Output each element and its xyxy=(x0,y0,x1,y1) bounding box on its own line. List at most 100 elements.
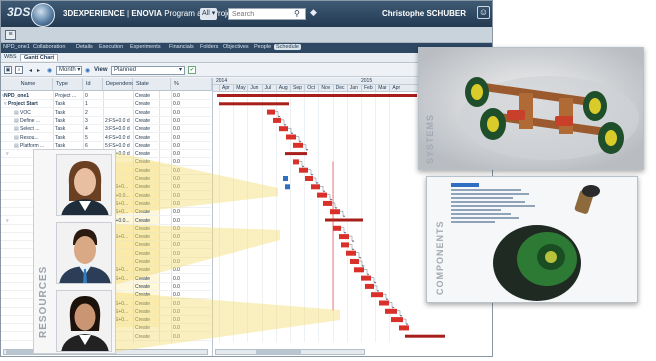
gantt-bar[interactable] xyxy=(346,250,356,256)
col-header-id[interactable]: Id xyxy=(83,78,103,91)
gantt-bar[interactable] xyxy=(293,142,303,148)
apply-check-icon[interactable]: ✔ xyxy=(188,66,196,74)
table-row[interactable]: Define ... Task 3 2:FS+0.0 d Create 0.0 xyxy=(1,117,211,125)
month-label: Dec xyxy=(332,85,347,92)
tab-financials[interactable]: Financials xyxy=(169,44,194,50)
gantt-hscroll[interactable] xyxy=(215,349,365,355)
gantt-bar[interactable] xyxy=(311,184,320,190)
expand-toggle-icon[interactable]: ▿ xyxy=(2,100,7,108)
dependency-link xyxy=(374,285,380,292)
tab-schedule[interactable]: Schedule xyxy=(274,44,301,50)
expand-toggle-icon[interactable]: ▿ xyxy=(1,92,5,100)
table-cell-state: Create xyxy=(135,101,151,108)
arrow-left-icon[interactable]: ◂ xyxy=(29,67,32,74)
gantt-bar[interactable] xyxy=(299,167,308,173)
tab-folders[interactable]: Folders xyxy=(200,44,218,50)
col-header-dependency[interactable]: Dependency xyxy=(103,78,137,91)
gantt-bar[interactable] xyxy=(330,209,340,215)
table-cell-pct: 0.0 xyxy=(173,250,180,257)
gantt-bar[interactable] xyxy=(350,259,359,264)
menu-icon[interactable]: ≡ xyxy=(5,30,16,40)
gantt-bar[interactable] xyxy=(305,176,313,181)
dependency-link xyxy=(320,186,326,193)
gantt-bar[interactable] xyxy=(365,283,374,289)
gantt-bar[interactable] xyxy=(361,275,371,281)
timescale-dropdown[interactable]: Month ▾ xyxy=(56,66,82,75)
gantt-bar[interactable] xyxy=(285,152,307,156)
dependency-link xyxy=(296,136,302,143)
dependency-link xyxy=(383,293,389,301)
gantt-bar[interactable] xyxy=(217,94,417,97)
user-avatar-icon[interactable]: ☺ xyxy=(477,6,490,19)
gantt-bar[interactable] xyxy=(371,292,383,298)
table-cell-state: Create xyxy=(135,176,151,182)
tab-details[interactable]: Details xyxy=(76,44,93,50)
gantt-bar[interactable] xyxy=(354,267,364,273)
table-row[interactable]: Select ... Task 4 3:FS+0.0 d Create 0.0 xyxy=(1,125,211,134)
resource-photo-man[interactable] xyxy=(56,222,112,284)
gantt-bar[interactable] xyxy=(219,102,289,106)
dependency-link xyxy=(281,119,287,126)
gantt-bar[interactable] xyxy=(325,218,363,222)
arrow-right-icon[interactable]: ▸ xyxy=(37,67,40,74)
month-label: Jun xyxy=(247,85,261,92)
month-label: Jul xyxy=(261,85,276,92)
view-dropdown[interactable]: Planned ▾ xyxy=(111,66,185,75)
table-cell-pct: 0.0 xyxy=(173,234,180,241)
table-row[interactable]: VOC Task 2 Create 0.0 xyxy=(1,109,211,117)
systems-callout: SYSTEMS xyxy=(418,47,644,170)
expand-toggle-icon[interactable]: ▿ xyxy=(4,150,9,158)
table-row[interactable]: Resou... Task 5 4:FS+0.0 d Create 0.0 xyxy=(1,134,211,142)
expand-icon[interactable]: ▣ xyxy=(4,66,12,74)
tab-experiments[interactable]: Experiments xyxy=(130,44,161,50)
col-header-state[interactable]: State xyxy=(133,78,171,91)
view-label: View xyxy=(94,67,108,73)
gantt-bar[interactable] xyxy=(385,308,397,314)
table-cell-state: Create xyxy=(135,217,151,224)
tab-wbs[interactable]: WBS xyxy=(4,54,17,60)
tab-gantt-chart[interactable]: Gantt Chart xyxy=(20,54,59,61)
gantt-milestone[interactable] xyxy=(285,184,290,190)
gantt-bar[interactable] xyxy=(293,159,299,165)
table-cell-type: Task xyxy=(55,117,66,124)
gantt-bar[interactable] xyxy=(317,192,327,198)
gantt-milestone[interactable] xyxy=(283,176,288,181)
table-cell-state: Create xyxy=(135,225,151,232)
gantt-bar[interactable] xyxy=(323,200,332,206)
col-header-percent[interactable]: % xyxy=(171,78,212,91)
gantt-bar[interactable] xyxy=(339,234,349,240)
resource-photo-woman[interactable] xyxy=(56,154,112,216)
table-row[interactable]: NPD_one1 Project ... 0 Create 0.0 xyxy=(1,92,211,100)
tag-icon[interactable]: ◆ xyxy=(310,7,317,18)
table-cell-name: Define ... xyxy=(20,117,41,124)
gantt-bar[interactable] xyxy=(391,317,403,323)
zoom-icon[interactable]: ⌕ xyxy=(15,66,23,74)
user-name[interactable]: Christophe SCHUBER xyxy=(382,9,466,18)
gantt-bar[interactable] xyxy=(333,225,341,231)
gantt-bar[interactable] xyxy=(405,334,445,338)
search-scope-dropdown[interactable]: All ▾ xyxy=(200,8,218,20)
resource-photo-woman-2[interactable] xyxy=(56,290,112,352)
gantt-bar[interactable] xyxy=(341,242,349,248)
person-avatar-icon xyxy=(57,223,111,283)
tab-execution[interactable]: Execution xyxy=(99,44,123,50)
table-cell-pct: 0.0 xyxy=(173,292,180,299)
col-header-type[interactable]: Type xyxy=(53,78,83,91)
add-icon[interactable]: + xyxy=(492,6,493,19)
gantt-hscroll-thumb[interactable] xyxy=(256,350,301,354)
gantt-bar[interactable] xyxy=(379,300,389,306)
tab-people[interactable]: People xyxy=(254,44,271,50)
tab-collaboration[interactable]: Collaboration xyxy=(33,44,65,50)
gantt-bar[interactable] xyxy=(279,126,288,132)
compass-icon[interactable] xyxy=(31,3,55,27)
tab-npd-one1[interactable]: NPD_one1 xyxy=(3,44,30,50)
search-icon[interactable]: ⚲ xyxy=(294,8,300,19)
gantt-bar[interactable] xyxy=(399,325,409,331)
expand-toggle-icon[interactable]: ▿ xyxy=(4,217,9,225)
gantt-bar[interactable] xyxy=(267,109,275,115)
tab-objectives[interactable]: Objectives xyxy=(223,44,249,50)
gantt-bar[interactable] xyxy=(286,134,296,140)
table-row[interactable]: Project Start Task 1 Create 0.0 xyxy=(1,100,211,109)
col-header-name[interactable]: Name xyxy=(1,78,53,91)
gantt-bar[interactable] xyxy=(273,117,281,123)
